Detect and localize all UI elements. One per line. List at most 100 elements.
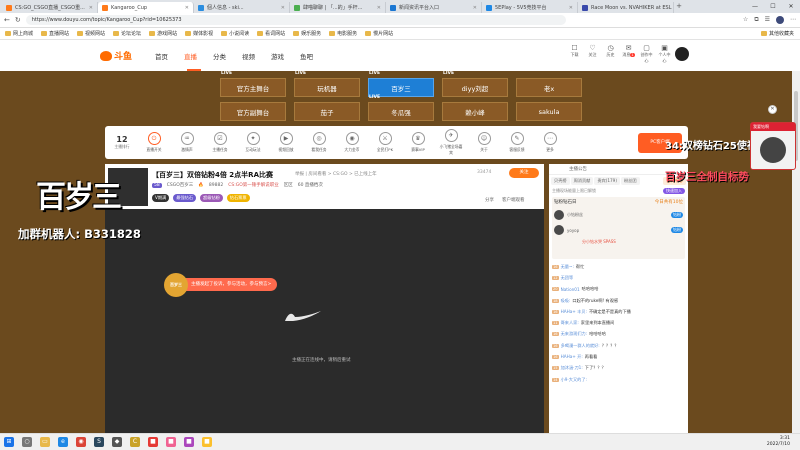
favorites-icon[interactable]: ☰	[765, 16, 770, 24]
header-3-icon[interactable]: ✉ 消息1	[622, 44, 635, 64]
func-item[interactable]: ♛ 赛事VIP	[406, 132, 430, 153]
room-tab[interactable]: 冬瓜强 LIVE	[368, 95, 434, 121]
chrome-icon[interactable]: ◉	[76, 437, 86, 447]
header-4-icon[interactable]: ▢ 创作中心	[640, 44, 653, 64]
bookmark-item[interactable]: 网上商城	[5, 30, 33, 37]
refresh-icon[interactable]: ↻	[15, 16, 21, 24]
room-tab[interactable]: 老x	[516, 78, 582, 97]
tab-close-icon[interactable]: ✕	[281, 5, 285, 11]
bookmark-item[interactable]: 小说阅读	[221, 30, 249, 37]
nav-item[interactable]: 视频	[242, 51, 255, 61]
bookmark-item[interactable]: 视频网站	[77, 30, 105, 37]
bookmark-item[interactable]: 看词网站	[257, 30, 285, 37]
tab-close-icon[interactable]: ✕	[185, 5, 189, 11]
func-item[interactable]: ✎ 客服反馈	[505, 132, 529, 153]
edge-icon[interactable]: e	[58, 437, 68, 447]
profile-avatar[interactable]	[776, 16, 784, 24]
header-2-icon[interactable]: ◷ 历史	[604, 44, 617, 64]
func-item[interactable]: ✈ 小飞猪全场嘉宾	[439, 129, 463, 156]
csgo-icon[interactable]: C	[130, 437, 140, 447]
taskbar-clock[interactable]: 3:31 2022/7/10	[767, 436, 790, 448]
room-tab[interactable]: 官方主舞台 LIVE	[220, 71, 286, 97]
bookmark-item[interactable]: 游戏网站	[149, 30, 177, 37]
header-0-icon[interactable]: ☐ 下载	[568, 44, 581, 64]
game-icon[interactable]: ◆	[112, 437, 122, 447]
promo-crown-badge[interactable]: 百岁三	[164, 273, 188, 297]
bookmark-item[interactable]: 电影服务	[329, 30, 357, 37]
app1-icon[interactable]: ■	[148, 437, 158, 447]
app2-icon[interactable]: ■	[166, 437, 176, 447]
chat-tab[interactable]: 贵宾(179)	[594, 177, 620, 185]
emote-widget[interactable]: 我要钻啊	[750, 122, 796, 170]
browser-tab[interactable]: 個人信息 - ski... ✕	[194, 2, 290, 13]
chat-username[interactable]: 无来游观们力:	[561, 331, 588, 337]
share-link[interactable]: 分享	[485, 197, 494, 203]
chat-tab[interactable]: 粉丝团	[620, 177, 640, 185]
new-tab-icon[interactable]: +	[674, 2, 684, 13]
browser-tab[interactable]: 新闻资讯平台入口 ✕	[386, 2, 482, 13]
chat-username[interactable]: 哥来人家:	[561, 320, 579, 326]
other-bookmarks[interactable]: 其他收藏夹	[760, 30, 794, 37]
nav-item[interactable]: 游戏	[271, 51, 284, 61]
fans-row[interactable]: 小钻粉丝 钻粉	[554, 210, 683, 220]
chat-tab[interactable]: 贝壳榜	[551, 177, 570, 185]
func-item[interactable]: ▶ 视频回放	[274, 132, 298, 153]
room-tab[interactable]: 官方副舞台	[220, 102, 286, 121]
search-icon[interactable]: ○	[22, 437, 32, 447]
bookmark-item[interactable]: 论坛论坛	[113, 30, 141, 37]
browser-tab[interactable]: 肆喵聊聊 | 「...的」手杆... ✕	[290, 2, 386, 13]
url-input[interactable]: https://www.douyu.com/topic/Kangaroo_Cup…	[25, 15, 566, 25]
tab-close-icon[interactable]: ✕	[89, 5, 93, 11]
game-name[interactable]: CSGO百岁三	[167, 182, 194, 188]
func-item[interactable]: ⋯ 更多	[538, 132, 562, 153]
app4-icon[interactable]: ■	[202, 437, 212, 447]
browser-tab[interactable]: CS:GO_CSGO直播_CSGO重... ✕	[2, 2, 98, 13]
room-tag[interactable]: 最强钻石	[173, 194, 197, 202]
browser-tab[interactable]: Kangaroo_Cup ✕	[98, 2, 194, 13]
tab-close-icon[interactable]: ✕	[377, 5, 381, 11]
follow-button[interactable]: 关注	[509, 168, 539, 178]
chat-username[interactable]: 无团等	[561, 275, 574, 281]
header-5-icon[interactable]: ▣ 个人中心	[658, 44, 671, 64]
nav-item[interactable]: 首页	[155, 51, 168, 61]
nav-item[interactable]: 鱼吧	[300, 51, 313, 61]
star-icon[interactable]: ☆	[743, 16, 748, 24]
func-item[interactable]: ♒ 激情声	[175, 132, 199, 153]
func-item[interactable]: ☺ 关于	[472, 132, 496, 153]
bookmark-item[interactable]: 媒体影视	[185, 30, 213, 37]
room-tab[interactable]: diyy刘超 LIVE	[442, 71, 508, 97]
video-player[interactable]: 百岁三 主播发起了投诉，参与活动，参与预言> 主播正在连线中，请稍后重试	[105, 209, 544, 434]
func-item[interactable]: ◉ 大力金币	[340, 132, 364, 153]
files-icon[interactable]: ▭	[40, 437, 50, 447]
chat-username[interactable]: 吸吸:	[561, 298, 571, 304]
bookmark-item[interactable]: 直播网站	[41, 30, 69, 37]
share-link[interactable]: 客户端观看	[502, 197, 525, 203]
room-tab[interactable]: 玩机器 LIVE	[294, 71, 360, 97]
start-icon[interactable]: ⊞	[4, 437, 14, 447]
tab-close-icon[interactable]: ✕	[473, 5, 477, 11]
fans-row[interactable]: yoyop 钻粉	[554, 225, 683, 235]
room-tab[interactable]: 茄子	[294, 102, 360, 121]
back-icon[interactable]: ←	[4, 16, 10, 24]
douyu-logo[interactable]: 斗鱼	[100, 49, 132, 62]
func-item[interactable]: ⏻ 直播开关	[142, 132, 166, 153]
extension-icon[interactable]: ⧉	[754, 16, 758, 24]
user-avatar[interactable]	[675, 47, 689, 61]
chat-username[interactable]: 小9·大又的了:	[561, 377, 587, 383]
room-tag[interactable]: 钻石票票	[226, 194, 250, 202]
bookmark-item[interactable]: 慢片网站	[365, 30, 393, 37]
anchor-rank[interactable]: 12 主播排行	[111, 135, 133, 150]
menu-icon[interactable]: ⋯	[790, 16, 796, 24]
bookmark-item[interactable]: 娱乐服务	[293, 30, 321, 37]
room-tag[interactable]: V期满	[152, 194, 170, 202]
nav-item[interactable]: 分类	[213, 51, 226, 61]
chat-username[interactable]: 无量~:	[561, 264, 574, 270]
maximize-button[interactable]: ☐	[764, 0, 782, 13]
func-item[interactable]: ✦ 互动玩法	[241, 132, 265, 153]
minimize-button[interactable]: —	[746, 0, 764, 13]
steam-icon[interactable]: S	[94, 437, 104, 447]
notice-action-button[interactable]: 快速加入	[663, 188, 685, 194]
browser-tab[interactable]: Race Moon vs. NVAHIKER at ESL✕	[578, 2, 674, 13]
chat-tab[interactable]: 周消贡献	[570, 177, 594, 185]
chat-username[interactable]: HAHa+ 开:	[561, 354, 583, 360]
